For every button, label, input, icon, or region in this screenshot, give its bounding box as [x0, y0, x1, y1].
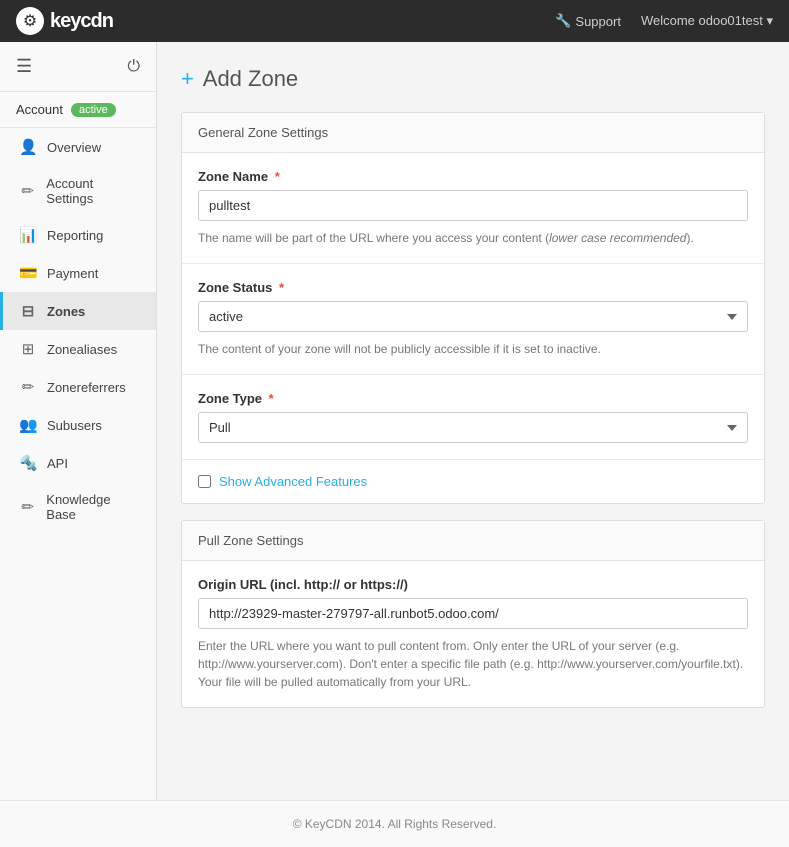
- overview-icon: 👤: [19, 138, 37, 156]
- support-label: Support: [575, 14, 621, 29]
- knowledge-base-icon: ✏: [19, 498, 36, 516]
- sidebar-item-label: Knowledge Base: [46, 492, 140, 522]
- sidebar-top: ☰ ⏻: [0, 42, 156, 92]
- logo-icon: [16, 7, 44, 35]
- zone-status-section: Zone Status * active inactive The conten…: [182, 264, 764, 375]
- sidebar-item-overview[interactable]: 👤 Overview: [0, 128, 156, 166]
- sidebar-item-label: Overview: [47, 140, 101, 155]
- main-content: + Add Zone General Zone Settings Zone Na…: [157, 42, 789, 800]
- sidebar-item-api[interactable]: 🔩 API: [0, 444, 156, 482]
- zone-name-helper: The name will be part of the URL where y…: [198, 229, 748, 247]
- zone-name-label: Zone Name *: [198, 169, 748, 184]
- power-icon[interactable]: ⏻: [127, 58, 140, 76]
- pull-zone-settings-card: Pull Zone Settings Origin URL (incl. htt…: [181, 520, 765, 708]
- sidebar-item-label: Payment: [47, 266, 98, 281]
- sidebar-item-label: Zonereferrers: [47, 380, 126, 395]
- sidebar-item-label: Account Settings: [46, 176, 140, 206]
- sidebar-item-zonealiases[interactable]: ⊞ Zonealiases: [0, 330, 156, 368]
- zone-status-required: *: [279, 280, 284, 295]
- page-title: + Add Zone: [181, 66, 765, 92]
- top-navigation: keycdn Support Welcome odoo01test ▾: [0, 0, 789, 42]
- origin-url-helper: Enter the URL where you want to pull con…: [198, 637, 748, 691]
- advanced-features-section: Show Advanced Features: [182, 460, 764, 503]
- general-zone-settings-card: General Zone Settings Zone Name * The na…: [181, 112, 765, 504]
- account-label: Account: [16, 102, 63, 117]
- welcome-text[interactable]: Welcome odoo01test ▾: [641, 13, 773, 29]
- zone-name-input[interactable]: [198, 190, 748, 221]
- top-nav-right: Support Welcome odoo01test ▾: [555, 13, 773, 29]
- account-section: Account active: [0, 92, 156, 128]
- reporting-icon: 📊: [19, 226, 37, 244]
- welcome-dropdown-icon: ▾: [766, 13, 773, 28]
- sidebar-item-account-settings[interactable]: ✏ Account Settings: [0, 166, 156, 216]
- payment-icon: 💳: [19, 264, 37, 282]
- zone-type-label: Zone Type *: [198, 391, 748, 406]
- sidebar-item-subusers[interactable]: 👥 Subusers: [0, 406, 156, 444]
- sidebar-item-zones[interactable]: ⊟ Zones: [0, 292, 156, 330]
- sidebar-item-label: Zonealiases: [47, 342, 117, 357]
- logo[interactable]: keycdn: [16, 7, 113, 35]
- origin-url-input[interactable]: [198, 598, 748, 629]
- account-badge: active: [71, 103, 116, 117]
- general-zone-settings-header: General Zone Settings: [182, 113, 764, 153]
- zone-type-section: Zone Type * Pull Push: [182, 375, 764, 460]
- subusers-icon: 👥: [19, 416, 37, 434]
- plus-icon: +: [181, 66, 194, 91]
- zone-name-required: *: [275, 169, 280, 184]
- zone-status-label: Zone Status *: [198, 280, 748, 295]
- api-icon: 🔩: [19, 454, 37, 472]
- sidebar-item-label: Reporting: [47, 228, 103, 243]
- pull-zone-settings-header: Pull Zone Settings: [182, 521, 764, 561]
- hamburger-icon[interactable]: ☰: [16, 56, 32, 77]
- zone-type-required: *: [269, 391, 274, 406]
- footer-text: © KeyCDN 2014. All Rights Reserved.: [293, 817, 497, 831]
- support-link[interactable]: Support: [555, 13, 621, 29]
- sidebar-item-knowledge-base[interactable]: ✏ Knowledge Base: [0, 482, 156, 532]
- zone-status-select[interactable]: active inactive: [198, 301, 748, 332]
- sidebar-item-label: Zones: [47, 304, 85, 319]
- sidebar-item-reporting[interactable]: 📊 Reporting: [0, 216, 156, 254]
- sidebar: ☰ ⏻ Account active 👤 Overview ✏ Account …: [0, 42, 157, 800]
- show-advanced-features-checkbox[interactable]: [198, 475, 211, 488]
- wrench-icon: [555, 13, 571, 29]
- zonealiases-icon: ⊞: [19, 340, 37, 358]
- zone-name-section: Zone Name * The name will be part of the…: [182, 153, 764, 264]
- main-layout: ☰ ⏻ Account active 👤 Overview ✏ Account …: [0, 42, 789, 800]
- zones-icon: ⊟: [19, 302, 37, 320]
- logo-text: keycdn: [50, 10, 113, 33]
- zonereferrers-icon: ✏: [19, 378, 37, 396]
- zone-status-helper: The content of your zone will not be pub…: [198, 340, 748, 358]
- sidebar-item-label: API: [47, 456, 68, 471]
- sidebar-item-payment[interactable]: 💳 Payment: [0, 254, 156, 292]
- sidebar-item-zonereferrers[interactable]: ✏ Zonereferrers: [0, 368, 156, 406]
- sidebar-item-label: Subusers: [47, 418, 102, 433]
- origin-url-section: Origin URL (incl. http:// or https://) E…: [182, 561, 764, 707]
- account-settings-icon: ✏: [19, 182, 36, 200]
- show-advanced-features-label[interactable]: Show Advanced Features: [219, 474, 367, 489]
- origin-url-label: Origin URL (incl. http:// or https://): [198, 577, 748, 592]
- zone-type-select[interactable]: Pull Push: [198, 412, 748, 443]
- footer: © KeyCDN 2014. All Rights Reserved.: [0, 800, 789, 847]
